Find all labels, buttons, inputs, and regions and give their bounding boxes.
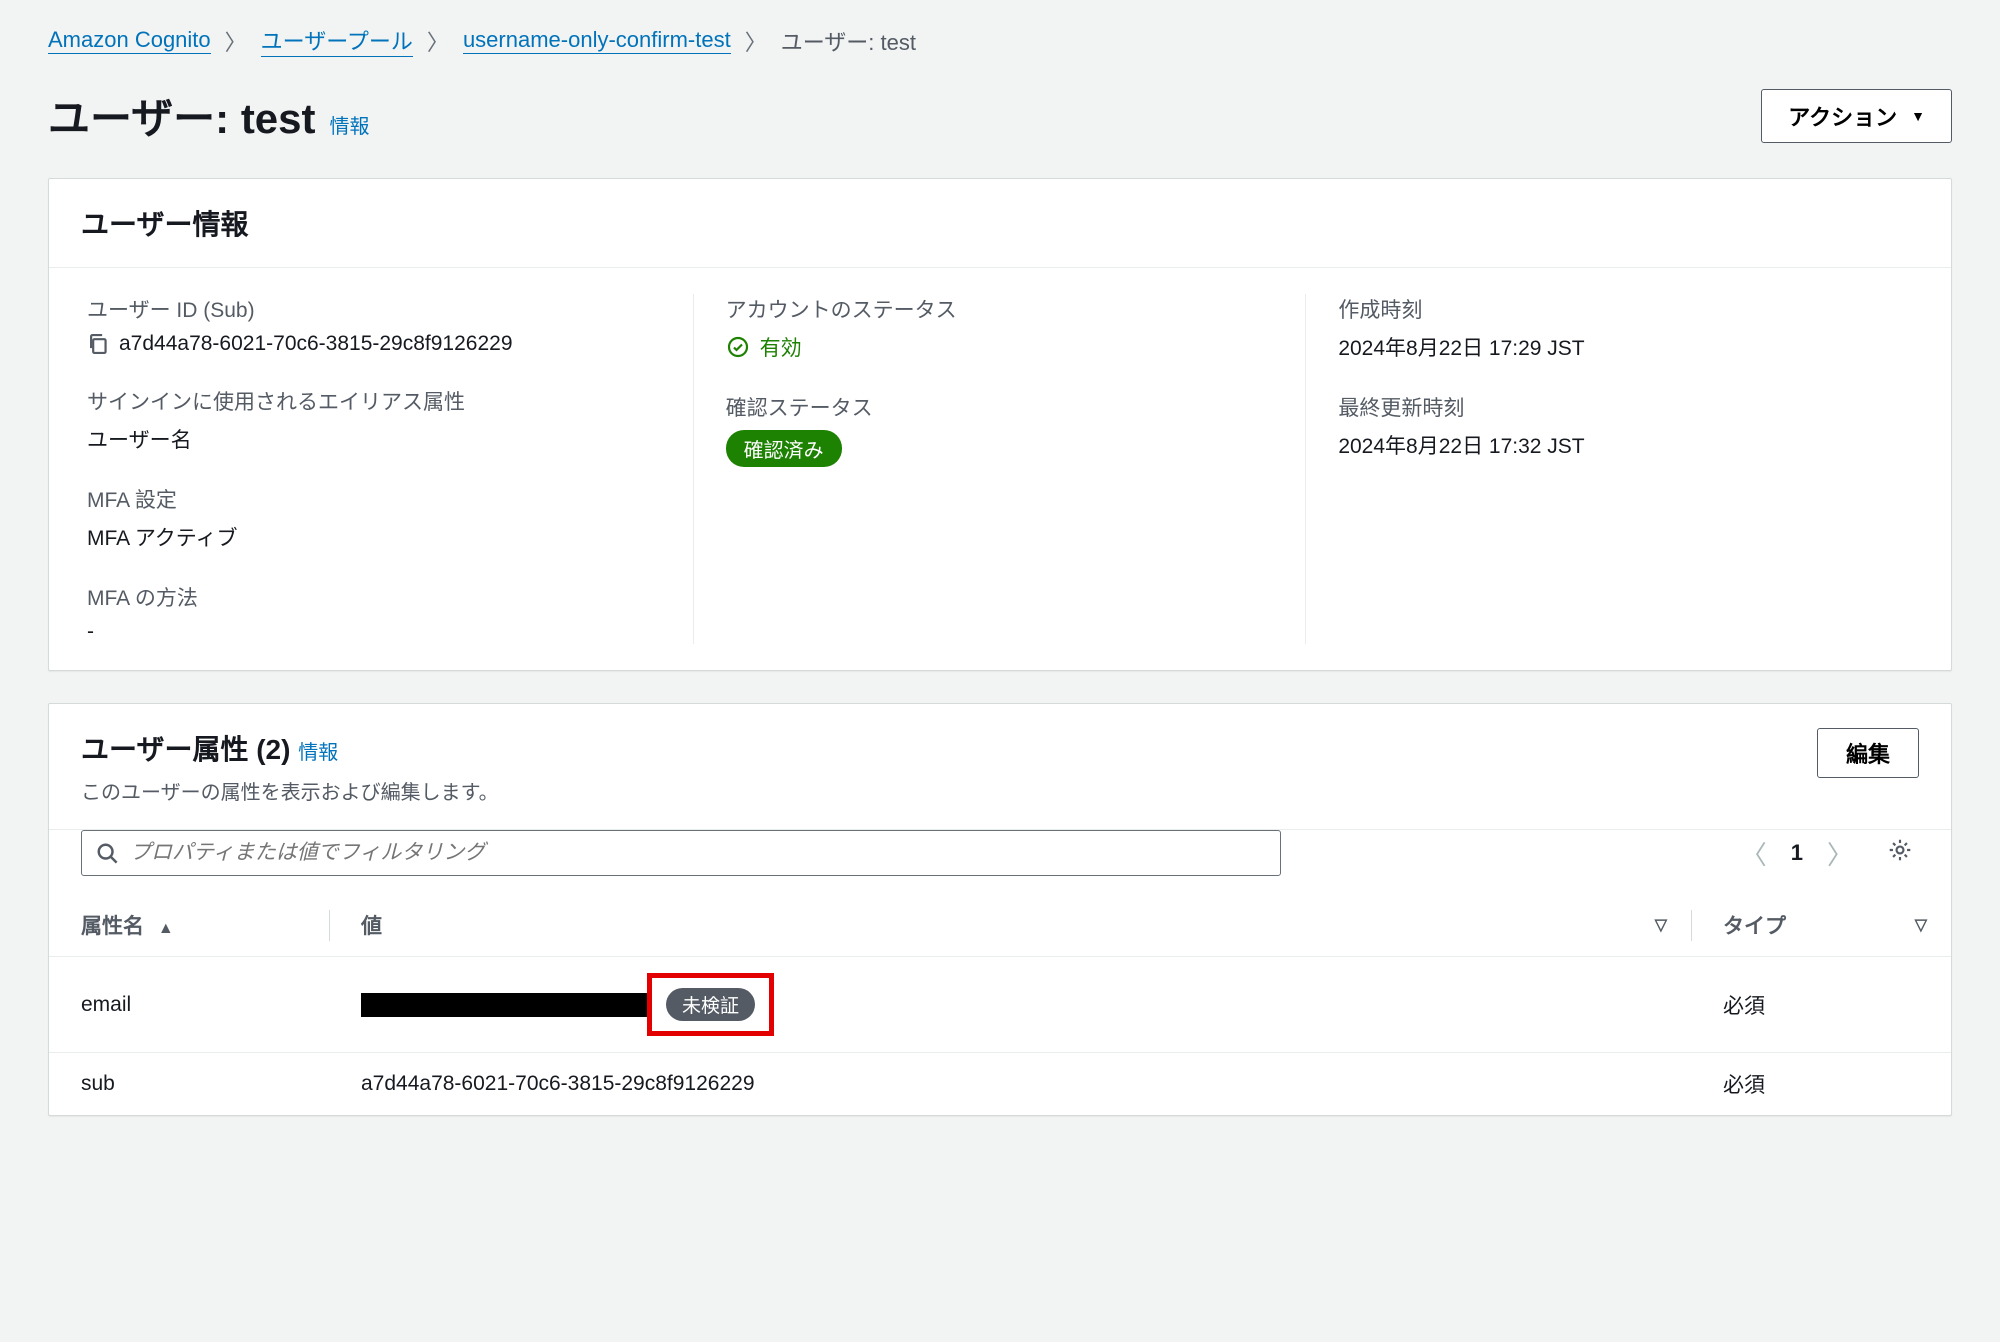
mfa-method-value: - (87, 620, 687, 644)
field-label-confirm-status: 確認ステータス (726, 392, 1300, 422)
chevron-right-icon: 〉 (427, 25, 449, 57)
attr-type: 必須 (1691, 957, 1951, 1053)
table-row: sub a7d44a78-6021-70c6-3815-29c8f9126229… (49, 1053, 1951, 1116)
actions-button[interactable]: アクション ▼ (1761, 89, 1952, 143)
field-label-mfa-method: MFA の方法 (87, 582, 687, 612)
user-id-value: a7d44a78-6021-70c6-3815-29c8f9126229 (119, 332, 513, 356)
breadcrumb: Amazon Cognito 〉 ユーザープール 〉 username-only… (48, 24, 1952, 57)
caret-down-icon: ▼ (1911, 108, 1925, 124)
field-label-mfa-setting: MFA 設定 (87, 484, 687, 514)
edit-button[interactable]: 編集 (1817, 728, 1919, 778)
info-link[interactable]: 情報 (330, 110, 370, 139)
user-info-col-3: 作成時刻 2024年8月22日 17:29 JST 最終更新時刻 2024年8月… (1306, 294, 1919, 644)
mfa-setting-value: MFA アクティブ (87, 522, 687, 552)
attributes-title-text: ユーザー属性 (2) (81, 734, 290, 765)
page-title: ユーザー: test 情報 (48, 85, 370, 146)
chevron-right-icon: 〉 (745, 25, 767, 57)
prev-page-button[interactable]: 〈 (1737, 831, 1771, 876)
filter-input[interactable] (130, 841, 1266, 865)
alias-value: ユーザー名 (87, 424, 687, 454)
user-attributes-panel: ユーザー属性 (2) 情報 このユーザーの属性を表示および編集します。 編集 〈… (48, 703, 1952, 1116)
copy-icon[interactable] (87, 333, 109, 355)
field-label-alias: サインインに使用されるエイリアス属性 (87, 386, 687, 416)
sort-asc-icon: ▲ (158, 920, 174, 937)
redacted-value (361, 993, 651, 1017)
divider (329, 910, 330, 941)
confirm-status-badge: 確認済み (726, 430, 842, 467)
column-header-name-label: 属性名 (81, 915, 144, 938)
attributes-title: ユーザー属性 (2) 情報 (81, 728, 499, 768)
settings-button[interactable] (1881, 831, 1919, 875)
breadcrumb-current: ユーザー: test (781, 25, 916, 57)
filter-icon[interactable]: ▽ (1915, 915, 1927, 935)
column-header-type[interactable]: タイプ ▽ (1691, 894, 1951, 957)
field-label-account-status: アカウントのステータス (726, 294, 1300, 324)
attributes-subtitle: このユーザーの属性を表示および編集します。 (81, 776, 499, 805)
attributes-table: 属性名 ▲ 値 ▽ タイプ ▽ email 未検証 (49, 894, 1951, 1115)
user-info-panel: ユーザー情報 ユーザー ID (Sub) a7d44a78-6021-70c6-… (48, 178, 1952, 671)
info-link[interactable]: 情報 (298, 742, 338, 764)
field-label-updated: 最終更新時刻 (1338, 392, 1913, 422)
search-icon (96, 842, 118, 864)
user-info-col-2: アカウントのステータス 有効 確認ステータス 確認 (694, 294, 1307, 644)
gear-icon (1887, 837, 1913, 863)
attr-value: a7d44a78-6021-70c6-3815-29c8f9126229 (329, 1053, 1691, 1116)
field-label-created: 作成時刻 (1338, 294, 1913, 324)
attr-value: 未検証 (329, 957, 1691, 1053)
page-title-text: ユーザー: test (48, 85, 316, 146)
breadcrumb-link[interactable]: Amazon Cognito (48, 27, 211, 54)
page-number: 1 (1791, 840, 1803, 866)
breadcrumb-link[interactable]: ユーザープール (261, 24, 413, 57)
attr-name: sub (49, 1053, 329, 1116)
column-header-value-label: 値 (361, 915, 382, 938)
chevron-right-icon: 〉 (225, 25, 247, 57)
pagination: 〈 1 〉 (1737, 831, 1857, 876)
account-status-value: 有効 (760, 332, 802, 362)
table-row: email 未検証 必須 (49, 957, 1951, 1053)
highlight-annotation: 未検証 (647, 973, 774, 1036)
user-info-col-1: ユーザー ID (Sub) a7d44a78-6021-70c6-3815-29… (81, 294, 694, 644)
user-info-title: ユーザー情報 (81, 203, 248, 243)
filter-icon[interactable]: ▽ (1655, 915, 1667, 935)
filter-input-container[interactable] (81, 830, 1281, 876)
field-label-user-id: ユーザー ID (Sub) (87, 294, 687, 324)
updated-value: 2024年8月22日 17:32 JST (1338, 430, 1913, 460)
column-header-name[interactable]: 属性名 ▲ (49, 894, 329, 957)
next-page-button[interactable]: 〉 (1823, 831, 1857, 876)
breadcrumb-link[interactable]: username-only-confirm-test (463, 27, 731, 54)
attr-name: email (49, 957, 329, 1053)
column-header-value[interactable]: 値 ▽ (329, 894, 1691, 957)
created-value: 2024年8月22日 17:29 JST (1338, 332, 1913, 362)
column-header-type-label: タイプ (1723, 915, 1786, 938)
check-circle-icon (726, 335, 750, 359)
unverified-badge: 未検証 (666, 988, 755, 1021)
actions-button-label: アクション (1788, 100, 1897, 132)
attr-type: 必須 (1691, 1053, 1951, 1116)
divider (1691, 910, 1692, 941)
